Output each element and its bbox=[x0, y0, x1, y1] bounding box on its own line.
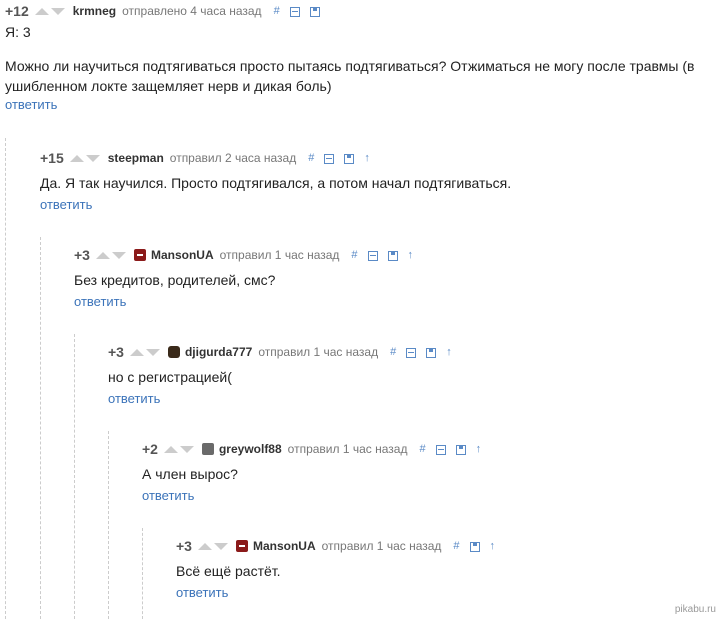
upvote-icon[interactable] bbox=[197, 542, 212, 550]
comment-time: отправил 1 час назад bbox=[258, 345, 379, 359]
downvote-icon[interactable] bbox=[145, 348, 160, 356]
comment: +2 greywolf88 отправил 1 час назад # ↑ А… bbox=[142, 440, 491, 505]
comment-author[interactable]: steepman bbox=[108, 151, 164, 165]
downvote-icon[interactable] bbox=[50, 7, 65, 15]
upvote-icon[interactable] bbox=[95, 251, 110, 259]
comment-text: Без кредитов, родителей, смс? bbox=[74, 272, 276, 288]
collapse-icon[interactable] bbox=[435, 445, 446, 455]
reply-link[interactable]: ответить bbox=[142, 488, 194, 503]
comment-rating: +3 bbox=[108, 344, 124, 360]
comment-text-line: Я: 3 bbox=[5, 24, 31, 40]
comment-text: Всё ещё растёт. bbox=[176, 563, 281, 579]
reply-link[interactable]: ответить bbox=[5, 97, 57, 112]
comment-rating: +12 bbox=[5, 3, 29, 19]
parent-arrow-icon[interactable]: ↑ bbox=[446, 346, 452, 358]
comment-text: Да. Я так научился. Просто подтягивался,… bbox=[40, 175, 512, 191]
downvote-icon[interactable] bbox=[213, 542, 228, 550]
permalink-icon[interactable]: # bbox=[351, 249, 357, 261]
collapse-icon[interactable] bbox=[289, 7, 300, 17]
permalink-icon[interactable]: # bbox=[308, 152, 314, 164]
comment-author[interactable]: krmneg bbox=[73, 4, 116, 18]
comment-header: +15 steepman отправил 2 часа назад # ↑ bbox=[40, 149, 511, 167]
avatar[interactable] bbox=[201, 443, 214, 455]
reply-link[interactable]: ответить bbox=[40, 197, 92, 212]
comment-author[interactable]: djigurda777 bbox=[185, 345, 252, 359]
collapse-icon[interactable] bbox=[367, 251, 378, 261]
comment-header: +2 greywolf88 отправил 1 час назад # ↑ bbox=[142, 440, 491, 458]
comment-rating: +15 bbox=[40, 150, 64, 166]
downvote-icon[interactable] bbox=[85, 154, 100, 162]
comment: +12 krmneg отправлено 4 часа назад # Я: … bbox=[5, 2, 717, 114]
reply-link[interactable]: ответить bbox=[176, 585, 228, 600]
comment-text-line: ушибленном локте защемляет нерв и дикая … bbox=[5, 78, 332, 94]
parent-arrow-icon[interactable]: ↑ bbox=[490, 540, 496, 552]
comment-text: Я: 3 Можно ли научиться подтягиваться пр… bbox=[5, 22, 717, 96]
comment-time: отправлено 4 часа назад bbox=[122, 4, 262, 18]
thread-indent-line bbox=[142, 528, 143, 619]
collapse-icon[interactable] bbox=[406, 348, 417, 358]
comment-author[interactable]: MansonUA bbox=[151, 248, 214, 262]
comment: +3 djigurda777 отправил 1 час назад # ↑ … bbox=[108, 343, 462, 408]
parent-arrow-icon[interactable]: ↑ bbox=[408, 249, 414, 261]
comment-time: отправил 1 час назад bbox=[219, 248, 340, 262]
comment-author[interactable]: greywolf88 bbox=[219, 442, 282, 456]
comment-rating: +3 bbox=[176, 538, 192, 554]
avatar[interactable] bbox=[167, 346, 180, 358]
avatar[interactable] bbox=[133, 249, 146, 261]
reply-link[interactable]: ответить bbox=[74, 294, 126, 309]
thread-indent-line bbox=[108, 431, 109, 619]
comment-header: +3 djigurda777 отправил 1 час назад # ↑ bbox=[108, 343, 462, 361]
permalink-icon[interactable]: # bbox=[274, 5, 280, 17]
permalink-icon[interactable]: # bbox=[390, 346, 396, 358]
upvote-icon[interactable] bbox=[129, 348, 144, 356]
save-icon[interactable] bbox=[426, 348, 437, 358]
save-icon[interactable] bbox=[309, 7, 320, 17]
parent-arrow-icon[interactable]: ↑ bbox=[364, 152, 370, 164]
comment-header: +12 krmneg отправлено 4 часа назад # bbox=[5, 2, 717, 20]
downvote-icon[interactable] bbox=[179, 445, 194, 453]
comment: +3 MansonUA отправил 1 час назад # ↑ Всё… bbox=[176, 537, 505, 602]
upvote-icon[interactable] bbox=[163, 445, 178, 453]
comment-time: отправил 1 час назад bbox=[287, 442, 408, 456]
thread-indent-line bbox=[5, 138, 6, 619]
comment-text: но с регистрацией( bbox=[108, 369, 232, 385]
comment-rating: +2 bbox=[142, 441, 158, 457]
save-icon[interactable] bbox=[469, 542, 480, 552]
save-icon[interactable] bbox=[387, 251, 398, 261]
comment-text-line: Можно ли научиться подтягиваться просто … bbox=[5, 58, 695, 74]
comment-time: отправил 1 час назад bbox=[321, 539, 442, 553]
save-icon[interactable] bbox=[344, 154, 355, 164]
downvote-icon[interactable] bbox=[111, 251, 126, 259]
collapse-icon[interactable] bbox=[324, 154, 335, 164]
comment-text: А член вырос? bbox=[142, 466, 238, 482]
upvote-icon[interactable] bbox=[69, 154, 84, 162]
avatar[interactable] bbox=[235, 540, 248, 552]
comment-header: +3 MansonUA отправил 1 час назад # ↑ bbox=[176, 537, 505, 555]
permalink-icon[interactable]: # bbox=[453, 540, 459, 552]
comment-header: +3 MansonUA отправил 1 час назад # ↑ bbox=[74, 246, 423, 264]
comment: +15 steepman отправил 2 часа назад # ↑ Д… bbox=[40, 149, 511, 214]
reply-link[interactable]: ответить bbox=[108, 391, 160, 406]
comment-author[interactable]: MansonUA bbox=[253, 539, 316, 553]
thread-indent-line bbox=[74, 334, 75, 619]
watermark: pikabu.ru bbox=[674, 604, 716, 615]
save-icon[interactable] bbox=[455, 445, 466, 455]
upvote-icon[interactable] bbox=[34, 7, 49, 15]
parent-arrow-icon[interactable]: ↑ bbox=[476, 443, 482, 455]
permalink-icon[interactable]: # bbox=[419, 443, 425, 455]
comment: +3 MansonUA отправил 1 час назад # ↑ Без… bbox=[74, 246, 423, 311]
comment-time: отправил 2 часа назад bbox=[169, 151, 297, 165]
comment-rating: +3 bbox=[74, 247, 90, 263]
thread-indent-line bbox=[40, 237, 41, 619]
